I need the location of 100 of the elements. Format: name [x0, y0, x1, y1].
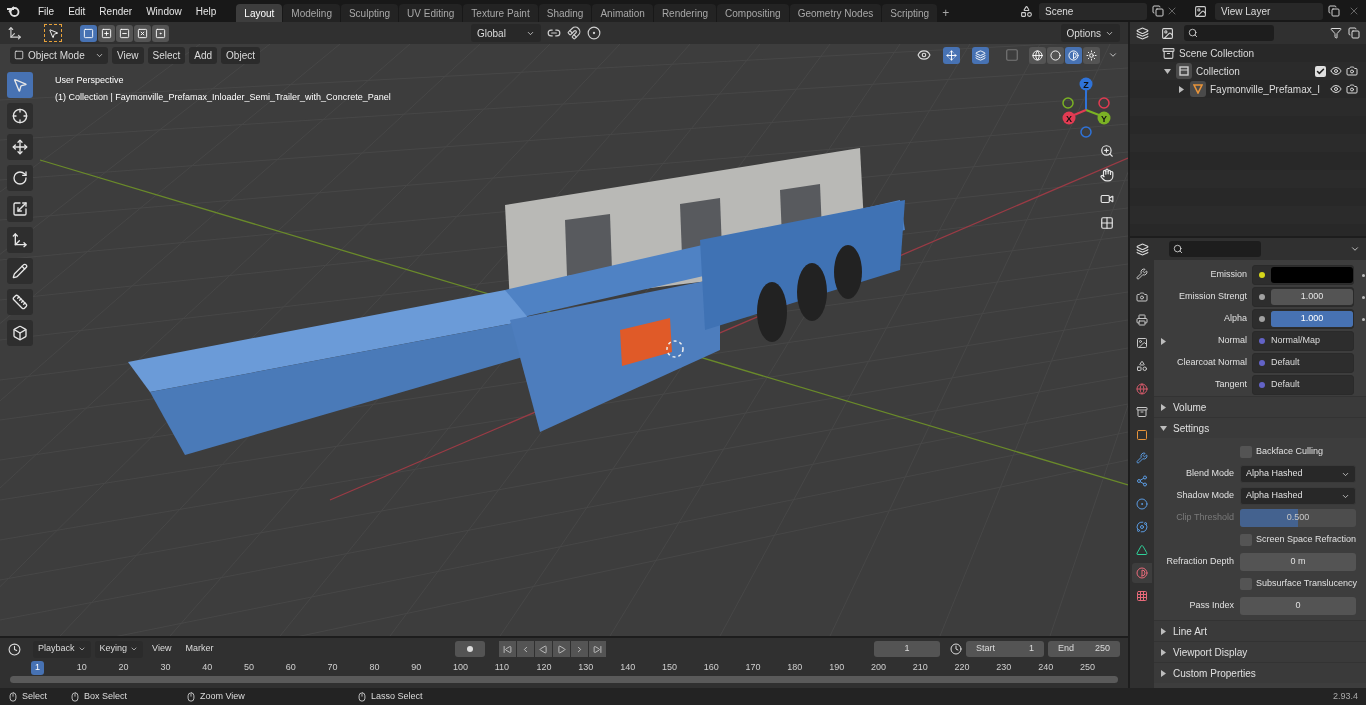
jump-start-button[interactable] — [499, 641, 516, 657]
select-mode-button[interactable] — [152, 24, 169, 42]
menu-item[interactable]: Render — [93, 3, 139, 19]
expand-arrow-icon[interactable] — [1178, 85, 1185, 93]
tool-button[interactable] — [7, 227, 33, 253]
expand-arrow-icon[interactable] — [1160, 627, 1167, 635]
add-workspace-button[interactable]: + — [938, 4, 954, 22]
menu-item[interactable]: Edit — [62, 3, 92, 19]
pivot-icon[interactable] — [547, 26, 561, 40]
editor-type-icon[interactable] — [1136, 242, 1149, 256]
panel-title[interactable]: Viewport Display — [1173, 644, 1248, 660]
scene-field[interactable]: Scene — [1039, 2, 1147, 20]
scene-icon[interactable] — [1020, 4, 1033, 18]
end-frame-field[interactable]: End 250 — [1048, 641, 1120, 657]
panel-title[interactable]: Custom Properties — [1173, 665, 1256, 681]
app-logo-icon[interactable] — [6, 5, 20, 17]
jump-end-button[interactable] — [589, 641, 606, 657]
exclude-checkbox[interactable] — [1315, 65, 1326, 77]
timeline-menu[interactable]: Playback — [33, 640, 91, 658]
workspace-tab[interactable]: UV Editing — [399, 4, 463, 22]
axis-handle[interactable]: Y — [1097, 111, 1111, 125]
number-field[interactable]: 0 — [1240, 597, 1356, 615]
viewport-menu[interactable]: Object — [221, 46, 260, 64]
record-button[interactable] — [455, 641, 485, 657]
shading-mode-button[interactable] — [1083, 46, 1100, 64]
viewport-menu[interactable]: Select — [147, 46, 186, 64]
mode-dropdown[interactable]: Object Mode — [10, 46, 108, 64]
chevron-icon[interactable] — [1350, 244, 1360, 254]
timeline-scrollbar[interactable] — [10, 676, 1118, 683]
render-visibility-icon[interactable] — [1346, 83, 1358, 95]
orientation-dropdown[interactable]: Global — [471, 24, 541, 42]
timeline-menu[interactable]: View — [147, 640, 177, 658]
workspace-tab[interactable]: Animation — [592, 4, 653, 22]
tool-button[interactable] — [7, 165, 33, 191]
collapse-arrow-icon[interactable] — [1164, 67, 1171, 75]
current-frame-field[interactable]: 1 — [874, 641, 940, 657]
number-field[interactable]: 0 m — [1240, 553, 1356, 571]
grid-icon[interactable] — [1098, 214, 1116, 232]
axis-handle[interactable]: X — [1062, 111, 1076, 125]
start-frame-field[interactable]: Start 1 — [966, 641, 1044, 657]
view-layer-icon[interactable] — [1194, 4, 1207, 18]
tool-button[interactable] — [7, 258, 33, 284]
expand-arrow-icon[interactable] — [1160, 669, 1167, 677]
panel-title[interactable]: Settings — [1173, 420, 1210, 436]
visibility-icon[interactable] — [1330, 65, 1342, 77]
play-button[interactable] — [553, 641, 570, 657]
play-reverse-button[interactable] — [535, 641, 552, 657]
timeline-menu[interactable]: Marker — [180, 640, 219, 658]
tool-button[interactable] — [7, 134, 33, 160]
zoom-icon[interactable] — [1098, 142, 1116, 160]
workspace-tab[interactable]: Shading — [538, 4, 592, 22]
menu-item[interactable]: Window — [140, 3, 188, 19]
close-icon[interactable] — [1166, 5, 1178, 17]
shading-mode-button[interactable] — [1047, 46, 1064, 64]
editor-type-icon[interactable] — [8, 642, 21, 656]
proportional-edit-icon[interactable] — [587, 26, 601, 40]
dropdown[interactable]: Alpha Hashed — [1240, 487, 1356, 505]
workspace-tab[interactable]: Modeling — [283, 4, 340, 22]
select-mode-button[interactable] — [80, 24, 97, 42]
shading-mode-button[interactable] — [1029, 46, 1046, 64]
display-mode-icon[interactable] — [1136, 26, 1149, 40]
timeline-menu[interactable]: Keying — [94, 640, 144, 658]
filter-icon[interactable] — [1330, 27, 1342, 39]
chevron-icon[interactable] — [1108, 50, 1118, 60]
outliner-item[interactable]: Collection — [1196, 63, 1240, 79]
filter-mode-icon[interactable] — [1161, 26, 1174, 40]
workspace-tab[interactable]: Compositing — [717, 4, 789, 22]
workspace-tab[interactable]: Scripting — [882, 4, 938, 22]
workspace-tab[interactable]: Layout — [236, 4, 283, 22]
color-swatch[interactable] — [1271, 267, 1353, 283]
workspace-tab[interactable]: Rendering — [653, 4, 717, 22]
active-tool-button[interactable] — [44, 24, 62, 42]
hand-icon[interactable] — [1098, 166, 1116, 184]
tool-button[interactable] — [7, 196, 33, 222]
visibility-icon[interactable] — [917, 48, 931, 62]
collapse-arrow-icon[interactable] — [1160, 424, 1167, 432]
visibility-icon[interactable] — [1330, 83, 1342, 95]
panel-title[interactable]: Line Art — [1173, 623, 1207, 639]
negative-axis-handle[interactable] — [1080, 126, 1092, 138]
overlay-toggle-button[interactable] — [972, 46, 989, 64]
expand-arrow-icon[interactable] — [1160, 648, 1167, 656]
new-collection-icon[interactable] — [1348, 27, 1360, 39]
workspace-tab[interactable]: Texture Paint — [463, 4, 538, 22]
panel-title[interactable]: Volume — [1173, 399, 1207, 415]
outliner-item[interactable]: Faymonville_Prefamax_I — [1210, 81, 1321, 97]
shading-mode-button[interactable] — [1065, 46, 1082, 64]
viewport-menu[interactable]: Add — [189, 46, 218, 64]
select-mode-button[interactable] — [134, 24, 151, 42]
render-visibility-icon[interactable] — [1346, 65, 1358, 77]
menu-item[interactable]: Help — [189, 3, 223, 19]
options-dropdown[interactable]: Options — [1060, 24, 1120, 42]
menu-item[interactable]: File — [32, 3, 61, 19]
tool-button[interactable] — [7, 103, 33, 129]
copy-icon[interactable] — [1152, 5, 1164, 17]
dropdown[interactable]: Alpha Hashed — [1240, 465, 1356, 483]
stopwatch-icon[interactable] — [950, 643, 962, 655]
gizmo-toggle-button[interactable] — [943, 46, 960, 64]
search-field[interactable] — [1184, 25, 1274, 41]
search-field[interactable] — [1169, 241, 1261, 257]
workspace-tab[interactable]: Sculpting — [340, 4, 399, 22]
